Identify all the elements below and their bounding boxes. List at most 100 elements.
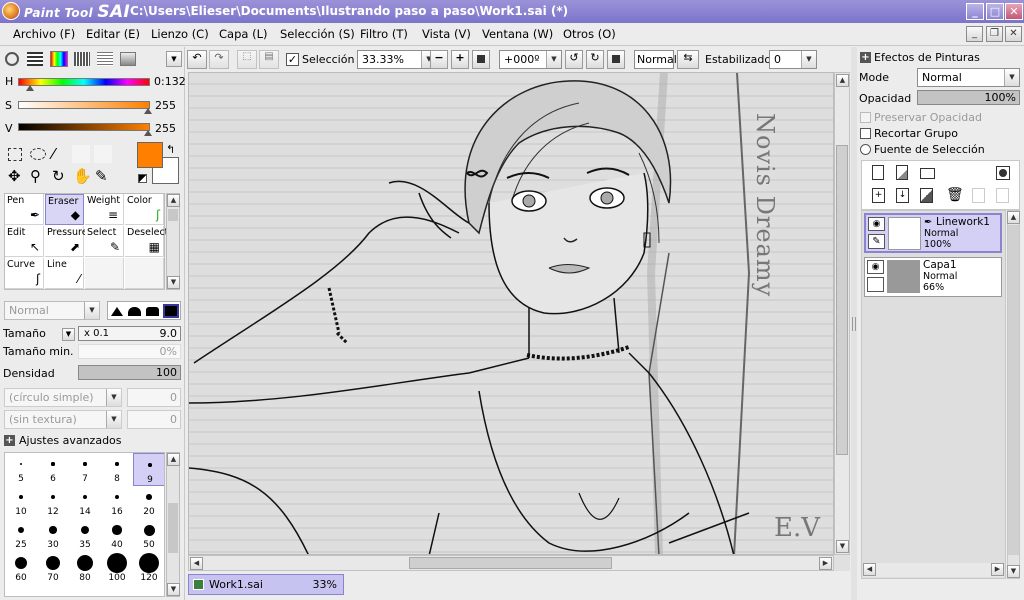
menu-filtro[interactable]: Filtro (T) xyxy=(360,27,408,41)
size-menu-button[interactable]: ▼ xyxy=(62,328,75,341)
redo-button[interactable]: ↷ xyxy=(209,50,229,69)
deselect-button[interactable]: ⬚ xyxy=(237,50,257,69)
zoom-in-button[interactable]: + xyxy=(451,50,469,69)
layers-horizontal-scrollbar[interactable]: ◀ ▶ xyxy=(863,563,1004,577)
brush-size-cell[interactable]: 50 xyxy=(133,519,164,552)
hue-slider[interactable] xyxy=(18,78,150,86)
lasso-icon[interactable] xyxy=(30,148,46,160)
new-linework-layer-icon[interactable] xyxy=(896,165,908,180)
expand-plus-icon[interactable]: + xyxy=(860,52,871,63)
clip-group-checkbox[interactable] xyxy=(860,128,871,139)
layers-vertical-scrollbar[interactable]: ▲ ▼ xyxy=(1007,210,1020,579)
brush-size-cell[interactable]: 6 xyxy=(37,453,69,486)
color-wheel-tab-icon[interactable] xyxy=(5,52,19,66)
brush-size-cell[interactable]: 16 xyxy=(101,486,133,519)
paint-effects-label[interactable]: Efectos de Pinturas xyxy=(874,51,980,64)
zoom-icon[interactable]: ⚲ xyxy=(30,167,41,185)
brush-shape-amount[interactable]: 0 xyxy=(127,388,181,407)
tools-scrollbar[interactable]: ▲ ▼ xyxy=(166,193,180,290)
size-slider[interactable]: x 0.1 9.0 xyxy=(78,326,181,341)
mixer-tab-icon[interactable] xyxy=(97,52,113,66)
preserve-opacity-checkbox[interactable] xyxy=(860,112,871,123)
doc-minimize-button[interactable]: _ xyxy=(966,26,983,42)
magic-wand-icon[interactable]: ⁄ xyxy=(52,145,55,163)
brush-size-cell[interactable]: 40 xyxy=(101,519,133,552)
scroll-thumb[interactable] xyxy=(836,145,848,455)
rotation-field[interactable]: +000º ▼ xyxy=(499,50,562,69)
brush-size-cell[interactable]: 12 xyxy=(37,486,69,519)
edge-medium-icon[interactable] xyxy=(128,307,141,316)
menu-otros[interactable]: Otros (O) xyxy=(563,27,616,41)
brush-size-cell[interactable]: 35 xyxy=(69,519,101,552)
scroll-down-icon[interactable]: ▼ xyxy=(167,276,180,289)
hand-icon[interactable]: ✋ xyxy=(73,167,92,185)
menu-seleccion[interactable]: Selección (S) xyxy=(280,27,355,41)
reset-colors-icon[interactable] xyxy=(138,174,147,183)
density-slider[interactable]: 100 xyxy=(78,365,181,380)
rgb-sliders-tab-icon[interactable] xyxy=(27,52,43,66)
layer-item[interactable]: ◉ Capa1 Normal 66% xyxy=(864,257,1002,297)
menu-archivo[interactable]: Archivo (F) xyxy=(13,27,75,41)
expand-plus-icon[interactable]: + xyxy=(4,435,15,446)
tool-weight[interactable]: Weight ≡ xyxy=(85,194,124,225)
scroll-thumb[interactable] xyxy=(168,503,178,553)
brush-size-scrollbar[interactable]: ▲ ▼ xyxy=(166,452,180,597)
value-slider-handle-icon[interactable] xyxy=(144,130,152,136)
menu-ventana[interactable]: Ventana (W) xyxy=(482,27,553,41)
brush-size-cell[interactable]: 120 xyxy=(133,552,164,585)
brush-size-cell[interactable]: 10 xyxy=(5,486,37,519)
layer-item[interactable]: ◉ ✎ ✒ Linework1 Normal 100% xyxy=(864,213,1002,253)
brush-size-cell[interactable]: 20 xyxy=(133,486,164,519)
clear-layer-icon[interactable] xyxy=(920,188,933,203)
maximize-button[interactable]: □ xyxy=(986,3,1004,20)
menu-vista[interactable]: Vista (V) xyxy=(422,27,471,41)
brush-size-cell[interactable]: 30 xyxy=(37,519,69,552)
selection-checkbox[interactable]: ✓ xyxy=(286,53,299,66)
brush-texture-select[interactable]: (sin textura) ▼ xyxy=(4,410,122,429)
layer-lock-slot[interactable] xyxy=(867,277,884,292)
advanced-settings-label[interactable]: Ajustes avanzados xyxy=(19,434,122,447)
rotate-icon[interactable]: ↻ xyxy=(52,167,65,185)
eyedropper-icon[interactable]: ✎ xyxy=(95,167,108,185)
canvas-horizontal-scrollbar[interactable]: ◀ ▶ xyxy=(188,555,834,571)
scroll-up-icon[interactable]: ▲ xyxy=(167,194,180,207)
scroll-right-icon[interactable]: ▶ xyxy=(819,557,832,570)
tool-line[interactable]: Line ⁄ xyxy=(45,258,84,289)
color-panel-menu-button[interactable]: ▼ xyxy=(166,51,182,67)
hue-slider-handle-icon[interactable] xyxy=(26,85,34,91)
layer-mode-select[interactable]: Normal ▼ xyxy=(917,68,1020,87)
new-layer-icon[interactable] xyxy=(872,165,884,180)
transfer-down-icon[interactable] xyxy=(972,188,985,203)
tool-deselect[interactable]: Deselect ▦ xyxy=(125,226,168,257)
edge-square-icon[interactable] xyxy=(163,304,179,318)
splitter-grip-icon[interactable] xyxy=(852,317,856,331)
delete-layer-icon[interactable]: 🗑 xyxy=(946,187,964,203)
new-folder-icon[interactable] xyxy=(920,168,935,179)
brush-size-cell[interactable]: 60 xyxy=(5,552,37,585)
swatches-tab-icon[interactable] xyxy=(74,52,90,66)
zoom-out-button[interactable]: − xyxy=(430,50,448,69)
close-button[interactable]: ✕ xyxy=(1005,3,1023,20)
scratchpad-tab-icon[interactable] xyxy=(120,52,136,66)
brush-size-cell[interactable]: 7 xyxy=(69,453,101,486)
swap-colors-icon[interactable]: ↰ xyxy=(166,143,175,156)
stabilizer-select[interactable]: 0 ▼ xyxy=(769,50,817,69)
brush-size-cell[interactable]: 14 xyxy=(69,486,101,519)
rotate-left-button[interactable]: ↺ xyxy=(565,50,583,69)
doc-restore-button[interactable]: ❐ xyxy=(986,26,1003,42)
primary-color-swatch[interactable] xyxy=(137,142,163,168)
tool-edit[interactable]: Edit ↖ xyxy=(5,226,44,257)
brush-size-cell[interactable]: 5 xyxy=(5,453,37,486)
brush-size-cell[interactable]: 100 xyxy=(101,552,133,585)
tool-curve[interactable]: Curve ʃ xyxy=(5,258,44,289)
scroll-left-icon[interactable]: ◀ xyxy=(190,557,203,570)
tool-eraser[interactable]: Eraser ◆ xyxy=(45,194,84,225)
brush-shape-select[interactable]: (círculo simple) ▼ xyxy=(4,388,122,407)
brush-size-cell[interactable]: 8 xyxy=(101,453,133,486)
hsv-sliders-tab-icon[interactable] xyxy=(50,51,68,67)
move-icon[interactable]: ✥ xyxy=(8,167,21,185)
scroll-thumb[interactable] xyxy=(1008,225,1019,555)
brush-size-cell[interactable]: 9 xyxy=(133,453,164,486)
brush-size-cell[interactable]: 70 xyxy=(37,552,69,585)
menu-capa[interactable]: Capa (L) xyxy=(219,27,267,41)
